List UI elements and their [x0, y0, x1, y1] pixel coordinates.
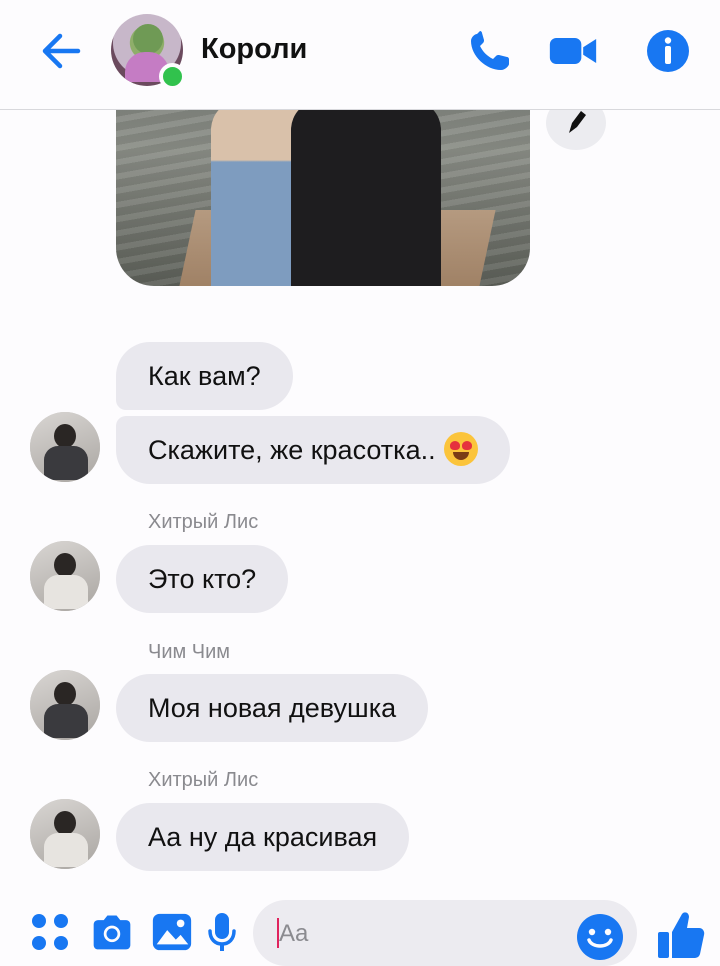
- info-icon[interactable]: [643, 28, 693, 74]
- thumbs-up-like-icon[interactable]: [656, 908, 706, 962]
- message-bubble[interactable]: Скажите, же красотка..: [116, 416, 510, 484]
- message-bubble[interactable]: Аа ну да красивая: [116, 803, 410, 871]
- message-text: Моя новая девушка: [148, 693, 397, 723]
- microphone-icon[interactable]: [200, 910, 244, 954]
- gallery-image-icon[interactable]: [150, 910, 194, 954]
- sender-name: Чим Чим: [148, 641, 231, 663]
- online-status-dot: [159, 63, 186, 90]
- message-bubble[interactable]: Как вам?: [116, 342, 293, 410]
- message-bubble[interactable]: Это кто?: [116, 545, 289, 613]
- video-call-icon[interactable]: [548, 28, 598, 74]
- message-text: Аа ну да красивая: [148, 822, 378, 852]
- message-text: Скажите, же красотка..: [148, 435, 436, 465]
- sender-avatar[interactable]: [30, 670, 100, 740]
- sender-avatar[interactable]: [30, 541, 100, 611]
- back-arrow-icon[interactable]: [36, 28, 86, 74]
- message-bubble[interactable]: Моя новая девушка: [116, 674, 429, 742]
- chat-header: Короли: [0, 0, 720, 110]
- sender-name: Хитрый Лис: [148, 511, 259, 533]
- message-text: Это кто?: [148, 564, 257, 594]
- message-input-placeholder: Aa: [279, 920, 309, 947]
- heart-eyes-emoji-icon: [443, 431, 478, 466]
- phone-call-icon[interactable]: [466, 28, 516, 74]
- emoji-smile-icon[interactable]: [575, 912, 625, 962]
- camera-icon[interactable]: [90, 910, 134, 954]
- sender-name: Хитрый Лис: [148, 769, 259, 791]
- message-text: Как вам?: [148, 361, 261, 391]
- chat-title[interactable]: Короли: [201, 33, 307, 66]
- sender-avatar[interactable]: [30, 412, 100, 482]
- sender-avatar[interactable]: [30, 799, 100, 869]
- apps-grid-icon[interactable]: [28, 910, 72, 954]
